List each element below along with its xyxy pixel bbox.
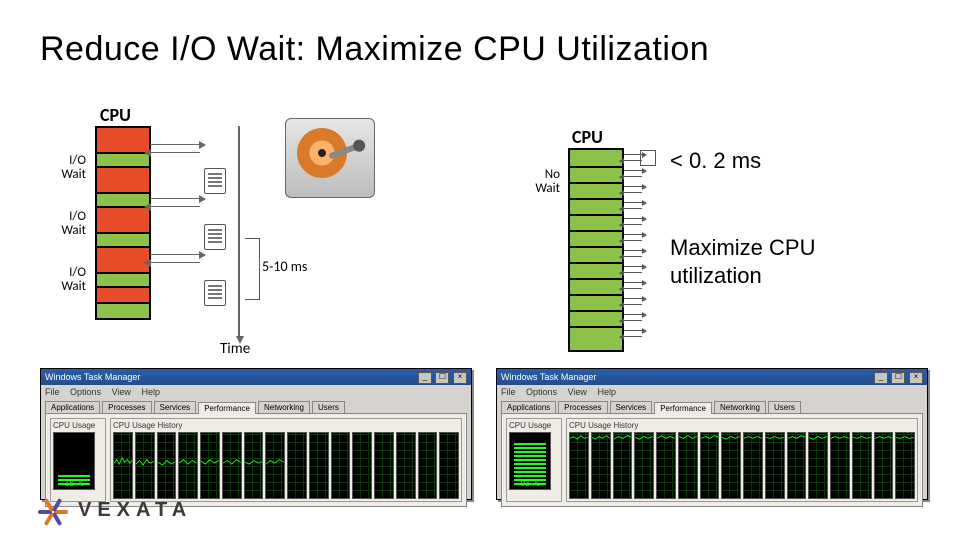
cpu-timeline-left <box>95 126 151 320</box>
time-axis <box>238 126 240 336</box>
menu-view[interactable]: View <box>568 387 587 397</box>
tab-processes[interactable]: Processes <box>102 401 151 413</box>
menu-file[interactable]: File <box>501 387 516 397</box>
cpu-usage-meter: 18 % <box>53 432 95 490</box>
taskmgr-menu[interactable]: File Options View Help <box>41 385 471 399</box>
cpu-label-left: CPU <box>100 104 131 126</box>
cpu-usage-pct: 18 % <box>54 479 94 488</box>
no-wait-label: NoWait <box>516 168 560 195</box>
io-wait-label-2: I/OWait <box>40 210 86 237</box>
tab-networking[interactable]: Networking <box>714 401 766 413</box>
cpu-usage-group: CPU Usage 93 % <box>506 418 562 502</box>
cpu-timeline-right <box>568 148 624 352</box>
cpu-history-label: CPU Usage History <box>569 421 915 430</box>
arrow-out-1 <box>150 144 200 145</box>
brand-logo: VEXATA <box>40 496 192 524</box>
maximize-button[interactable]: ☐ <box>435 372 449 384</box>
taskmgr-titlebar: Windows Task Manager _ ☐ × <box>497 369 927 385</box>
tab-applications[interactable]: Applications <box>501 401 556 413</box>
tab-networking[interactable]: Networking <box>258 401 310 413</box>
arrow-back-1 <box>150 152 200 153</box>
tab-users[interactable]: Users <box>312 401 345 413</box>
latency-annotation: < 0. 2 ms <box>670 148 761 174</box>
taskmgr-title: Windows Task Manager <box>501 372 596 382</box>
close-button[interactable]: × <box>453 372 467 384</box>
arrow-out-3 <box>150 254 200 255</box>
menu-help[interactable]: Help <box>597 387 616 397</box>
minimize-button[interactable]: _ <box>874 372 888 384</box>
menu-view[interactable]: View <box>112 387 131 397</box>
latency-bracket-label: 5-10 ms <box>262 258 307 275</box>
tab-services[interactable]: Services <box>154 401 197 413</box>
fast-io-arrows <box>624 150 654 346</box>
taskmgr-tabs: Applications Processes Services Performa… <box>497 401 927 413</box>
tab-performance[interactable]: Performance <box>654 402 712 414</box>
latency-bracket <box>245 238 260 300</box>
menu-file[interactable]: File <box>45 387 60 397</box>
menu-help[interactable]: Help <box>141 387 160 397</box>
io-wait-label-1: I/OWait <box>40 154 86 181</box>
brand-name: VEXATA <box>78 499 192 522</box>
close-button[interactable]: × <box>909 372 923 384</box>
tab-services[interactable]: Services <box>610 401 653 413</box>
document-icon-3 <box>204 280 226 306</box>
cpu-usage-meter: 93 % <box>509 432 551 490</box>
taskmgr-low: Windows Task Manager _ ☐ × File Options … <box>40 368 472 500</box>
tab-applications[interactable]: Applications <box>45 401 100 413</box>
time-axis-label: Time <box>220 340 250 358</box>
menu-options[interactable]: Options <box>526 387 557 397</box>
arrow-back-3 <box>150 262 200 263</box>
taskmgr-menu[interactable]: File Options View Help <box>497 385 927 399</box>
menu-options[interactable]: Options <box>70 387 101 397</box>
cpu-history-group: CPU Usage History <box>110 418 462 502</box>
taskmgr-high: Windows Task Manager _ ☐ × File Options … <box>496 368 928 500</box>
cpu-history-group: CPU Usage History <box>566 418 918 502</box>
minimize-button[interactable]: _ <box>418 372 432 384</box>
hard-disk-icon <box>285 118 375 198</box>
cpu-history-graphs <box>113 432 459 499</box>
brand-mark-icon <box>40 496 68 524</box>
annotation-marker <box>640 150 656 166</box>
cpu-usage-pct: 93 % <box>510 479 550 488</box>
cpu-usage-group: CPU Usage 18 % <box>50 418 106 502</box>
cpu-history-label: CPU Usage History <box>113 421 459 430</box>
cpu-usage-label: CPU Usage <box>53 421 103 430</box>
cpu-usage-label: CPU Usage <box>509 421 559 430</box>
tab-processes[interactable]: Processes <box>558 401 607 413</box>
tab-users[interactable]: Users <box>768 401 801 413</box>
io-wait-label-3: I/OWait <box>40 266 86 293</box>
tab-performance[interactable]: Performance <box>198 402 256 414</box>
benefit-annotation: Maximize CPUutilization <box>670 234 815 289</box>
document-icon-1 <box>204 168 226 194</box>
slide-title: Reduce I/O Wait: Maximize CPU Utilizatio… <box>40 30 709 69</box>
document-icon-2 <box>204 224 226 250</box>
taskmgr-tabs: Applications Processes Services Performa… <box>41 401 471 413</box>
arrow-out-2 <box>150 198 200 199</box>
taskmgr-titlebar: Windows Task Manager _ ☐ × <box>41 369 471 385</box>
cpu-label-right: CPU <box>572 126 603 148</box>
taskmgr-title: Windows Task Manager <box>45 372 140 382</box>
cpu-history-graphs <box>569 432 915 499</box>
arrow-back-2 <box>150 206 200 207</box>
maximize-button[interactable]: ☐ <box>891 372 905 384</box>
